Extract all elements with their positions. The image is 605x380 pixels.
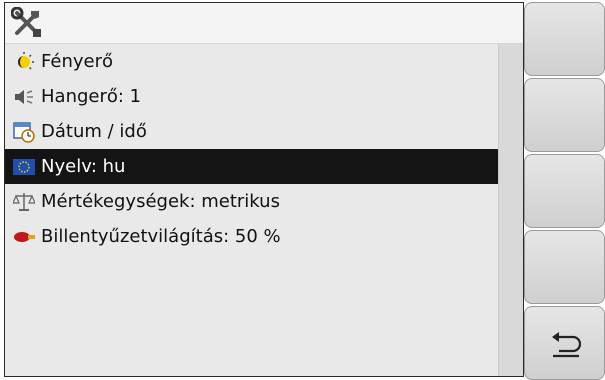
softkey-3[interactable] <box>524 154 605 228</box>
settings-list: Fényerő Hangerő: 1 Dátum / idő Nyelv: hu… <box>5 44 498 254</box>
list-item-volume[interactable]: Hangerő: 1 <box>5 79 498 114</box>
scale-icon <box>13 193 35 211</box>
back-icon <box>552 332 582 358</box>
calendar-clock-icon <box>13 122 35 143</box>
softkey-1[interactable] <box>524 2 605 76</box>
list-item-label: Dátum / idő <box>41 121 147 142</box>
tools-icon <box>11 7 41 37</box>
speaker-icon <box>15 90 33 104</box>
header-bar <box>5 3 523 44</box>
scrollbar[interactable] <box>498 44 523 376</box>
back-button[interactable] <box>524 306 605 380</box>
list-item-date-time[interactable]: Dátum / idő <box>5 114 498 149</box>
list-item-key-backlight[interactable]: Billentyűzetvilágítás: 50 % <box>5 219 498 254</box>
list-item-language[interactable]: Nyelv: hu <box>5 149 498 184</box>
key-light-icon <box>14 232 35 242</box>
brightness-icon <box>18 52 34 70</box>
list-item-label: Hangerő: 1 <box>41 86 142 107</box>
list-item-label: Nyelv: hu <box>41 156 126 177</box>
list-item-units[interactable]: Mértékegységek: metrikus <box>5 184 498 219</box>
list-item-brightness[interactable]: Fényerő <box>5 44 498 79</box>
list-item-label: Billentyűzetvilágítás: 50 % <box>41 226 281 247</box>
list-item-label: Mértékegységek: metrikus <box>41 191 280 212</box>
eu-flag-icon <box>13 159 35 175</box>
softkey-bar <box>524 0 605 380</box>
softkey-2[interactable] <box>524 78 605 152</box>
list-item-label: Fényerő <box>41 51 113 72</box>
main-panel: Fényerő Hangerő: 1 Dátum / idő Nyelv: hu… <box>4 2 524 377</box>
softkey-4[interactable] <box>524 230 605 304</box>
